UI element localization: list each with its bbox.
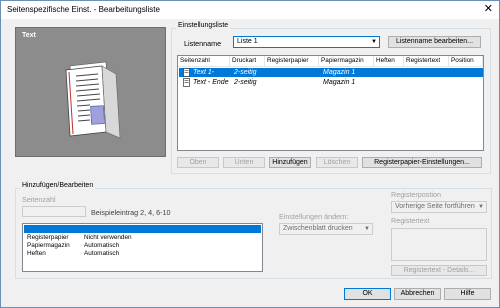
tab-position-label: Registerpostion [391, 190, 441, 199]
list-item[interactable]: Registerpapier Nicht verwenden [24, 233, 261, 241]
list-item[interactable]: Papiermagazin Automatisch [24, 241, 261, 249]
change-settings-select[interactable]: Zwischenblatt drucken ▼ [279, 223, 373, 235]
tab-text-label: Registertext [391, 216, 430, 225]
list-item[interactable] [24, 225, 261, 233]
row-print-type: 2-seitig [234, 79, 257, 86]
column-header-druckart[interactable]: Druckart [230, 56, 265, 67]
list-name-label: Listenname [184, 39, 222, 48]
page-icon [183, 68, 190, 77]
chevron-down-icon: ▼ [364, 226, 370, 232]
list-name-value: Liste 1 [237, 38, 258, 45]
ok-button[interactable]: OK [344, 288, 391, 300]
column-header-position[interactable]: Position [449, 56, 483, 67]
row-page: Text 1- [193, 69, 215, 76]
cancel-button[interactable]: Abbrechen [394, 288, 441, 300]
list-name-select[interactable]: Liste 1 ▼ [233, 36, 380, 48]
chevron-down-icon: ▼ [478, 204, 484, 210]
table-row[interactable]: Text - Ende 2-seitig Magazin 1 [179, 78, 483, 87]
column-header-registerpapier[interactable]: Registerpapier [265, 56, 319, 67]
property-value: Automatisch [84, 250, 120, 257]
row-magazine: Magazin 1 [323, 69, 356, 76]
page-number-example: Beispieleintrag 2, 4, 6-10 [91, 208, 171, 217]
page-number-label: Seitenzahl [22, 195, 56, 204]
property-key: Heften [27, 250, 46, 257]
row-page: Text - Ende [193, 79, 229, 86]
help-button[interactable]: Hilfe [444, 288, 491, 300]
move-up-button[interactable]: Oben [177, 157, 219, 168]
chevron-down-icon: ▼ [371, 39, 377, 45]
change-settings-label: Einstellungen ändern: [279, 212, 349, 221]
row-print-type: 2-seitig [234, 69, 257, 76]
document-preview-icon [65, 61, 121, 139]
close-icon[interactable]: ✕ [484, 3, 493, 15]
add-button[interactable]: Hinzufügen [269, 157, 311, 168]
column-header-papiermagazin[interactable]: Papiermagazin [319, 56, 374, 67]
tab-position-select[interactable]: Vorherige Seite fortführen ▼ [391, 201, 487, 213]
column-header-registertext[interactable]: Registertext [404, 56, 449, 67]
move-down-button[interactable]: Unten [223, 157, 265, 168]
preview-label: Text [22, 32, 36, 39]
tab-paper-settings-button[interactable]: Registerpapier-Einstellungen... [362, 157, 482, 168]
dialog-window: Seitenspezifische Einst. - Bearbeitungsl… [0, 0, 500, 308]
tab-text-details-button[interactable]: Registertext - Details... [391, 265, 487, 276]
table-row[interactable]: Text 1- 2-seitig Magazin 1 [179, 68, 483, 77]
page-number-input[interactable] [22, 206, 86, 217]
add-edit-legend: Hinzufügen/Bearbeiten [20, 182, 96, 189]
title-bar: Seitenspezifische Einst. - Bearbeitungsl… [1, 1, 499, 19]
window-title: Seitenspezifische Einst. - Bearbeitungsl… [7, 5, 160, 14]
delete-button[interactable]: Löschen [316, 157, 358, 168]
settings-list-legend: Einstellungsliste [176, 22, 231, 29]
page-icon [183, 78, 190, 87]
list-item[interactable]: Heften Automatisch [24, 249, 261, 257]
property-list[interactable]: Registerpapier Nicht verwenden Papiermag… [22, 223, 263, 272]
edit-list-name-button[interactable]: Listenname bearbeiten... [388, 36, 481, 48]
row-magazine: Magazin 1 [323, 79, 356, 86]
preview-pane: Text [15, 27, 166, 157]
settings-list-table[interactable]: Seitenzahl Druckart Registerpapier Papie… [177, 55, 484, 151]
tab-text-box[interactable] [391, 228, 487, 261]
column-header-heften[interactable]: Heften [374, 56, 404, 67]
column-header-seitenzahl[interactable]: Seitenzahl [178, 56, 230, 67]
